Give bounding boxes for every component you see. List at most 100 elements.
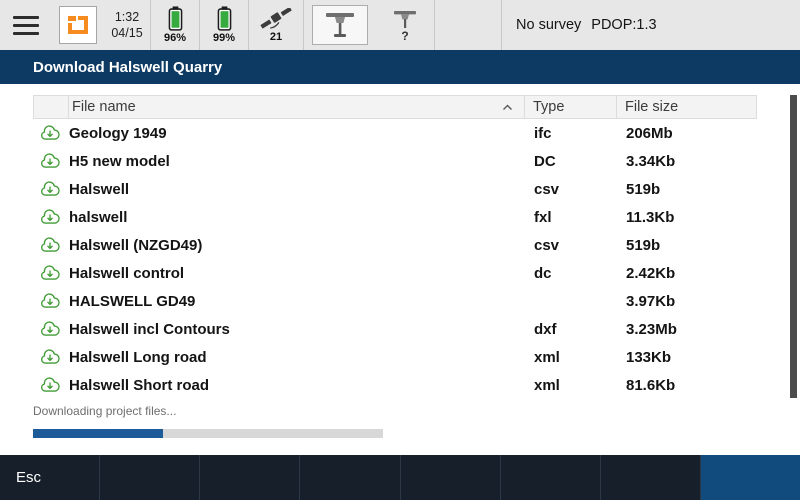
battery-primary-percent: 96%	[164, 32, 186, 44]
status-spacer	[435, 0, 501, 50]
satellite-icon	[257, 8, 295, 31]
cloud-download-icon	[40, 377, 60, 393]
battery-primary: 96%	[151, 0, 199, 50]
table-header: File name Type File size	[33, 95, 757, 119]
file-size: 133Kb	[617, 349, 757, 366]
icon-cell	[33, 237, 67, 253]
file-name: HALSWELL GD49	[67, 293, 525, 310]
file-type: fxl	[525, 209, 617, 226]
file-size: 3.23Mb	[617, 321, 757, 338]
battery-icon	[217, 6, 232, 31]
icon-cell	[33, 209, 67, 225]
cloud-download-icon	[40, 237, 60, 253]
file-name: Halswell Long road	[67, 349, 525, 366]
file-size: 206Mb	[617, 125, 757, 142]
satellite-count: 21	[270, 31, 282, 43]
file-type: csv	[525, 181, 617, 198]
header-type-label: Type	[533, 99, 564, 115]
cloud-download-icon	[40, 181, 60, 197]
pdop-value: PDOP:1.3	[591, 17, 656, 33]
cloud-download-icon	[40, 153, 60, 169]
table-row[interactable]: Halswell Short road xml 81.6Kb	[33, 371, 757, 399]
table-row[interactable]: Geology 1949 ifc 206Mb	[33, 119, 757, 147]
header-size[interactable]: File size	[616, 96, 756, 118]
survey-status-text: No survey	[516, 17, 581, 33]
table-row[interactable]: halswell fxl 11.3Kb	[33, 203, 757, 231]
file-type: xml	[525, 377, 617, 394]
file-size: 519b	[617, 237, 757, 254]
projects-box	[59, 6, 97, 44]
file-name: Halswell control	[67, 265, 525, 282]
progress-label: Downloading project files...	[33, 404, 176, 418]
softkey-empty-5[interactable]	[501, 455, 601, 500]
cloud-download-icon	[40, 125, 60, 141]
sort-ascending-icon	[501, 103, 514, 112]
icon-cell	[33, 265, 67, 281]
scrollbar-thumb[interactable]	[790, 95, 797, 398]
file-size: 3.34Kb	[617, 153, 757, 170]
file-name: Halswell	[67, 181, 525, 198]
file-type: dc	[525, 265, 617, 282]
softkey-bar: Esc	[0, 455, 800, 500]
table-row[interactable]: HALSWELL GD49 3.97Kb	[33, 287, 757, 315]
softkey-empty-6[interactable]	[601, 455, 701, 500]
table-row[interactable]: Halswell Long road xml 133Kb	[33, 343, 757, 371]
cloud-download-icon	[40, 265, 60, 281]
file-name: Halswell incl Contours	[67, 321, 525, 338]
file-size: 3.97Kb	[617, 293, 757, 310]
file-name: halswell	[67, 209, 525, 226]
esc-button[interactable]: Esc	[0, 455, 100, 500]
file-name: Halswell Short road	[67, 377, 525, 394]
file-size: 81.6Kb	[617, 377, 757, 394]
status-bar: 1:32 04/15 96% 99%	[0, 0, 800, 50]
instrument-button[interactable]: ?	[376, 0, 434, 50]
header-size-label: File size	[625, 99, 678, 115]
icon-cell	[33, 349, 67, 365]
header-type[interactable]: Type	[524, 96, 616, 118]
header-file-name[interactable]: File name	[68, 96, 524, 118]
file-type: csv	[525, 237, 617, 254]
icon-cell	[33, 377, 67, 393]
menu-button[interactable]	[0, 0, 52, 50]
instrument-icon	[390, 9, 420, 29]
softkey-empty-1[interactable]	[100, 455, 200, 500]
receiver-button[interactable]	[304, 0, 376, 50]
instrument-status: ?	[401, 30, 408, 42]
battery-secondary: 99%	[200, 0, 248, 50]
file-name: H5 new model	[67, 153, 525, 170]
cloud-download-icon	[40, 321, 60, 337]
table-row[interactable]: Halswell incl Contours dxf 3.23Mb	[33, 315, 757, 343]
icon-cell	[33, 293, 67, 309]
file-table: File name Type File size Geology 1949 if…	[33, 95, 757, 399]
file-type: ifc	[525, 125, 617, 142]
softkey-empty-2[interactable]	[200, 455, 300, 500]
cloud-download-icon	[40, 293, 60, 309]
header-icon-column	[34, 96, 68, 118]
softkey-empty-3[interactable]	[300, 455, 400, 500]
file-name: Halswell (NZGD49)	[67, 237, 525, 254]
icon-cell	[33, 181, 67, 197]
softkey-highlight[interactable]	[701, 455, 800, 500]
icon-cell	[33, 125, 67, 141]
file-size: 519b	[617, 181, 757, 198]
softkey-empty-4[interactable]	[401, 455, 501, 500]
projects-icon	[66, 14, 90, 36]
title-bar: Download Halswell Quarry	[0, 50, 800, 84]
file-type: dxf	[525, 321, 617, 338]
file-size: 2.42Kb	[617, 265, 757, 282]
projects-button[interactable]	[52, 0, 104, 50]
table-row[interactable]: Halswell control dc 2.42Kb	[33, 259, 757, 287]
progress-fill	[33, 429, 163, 438]
header-file-name-label: File name	[72, 99, 136, 115]
cloud-download-icon	[40, 209, 60, 225]
icon-cell	[33, 153, 67, 169]
table-row[interactable]: Halswell (NZGD49) csv 519b	[33, 231, 757, 259]
survey-status: No survey PDOP:1.3	[502, 0, 800, 50]
app-window: 1:32 04/15 96% 99%	[0, 0, 800, 500]
cloud-download-icon	[40, 349, 60, 365]
satellite-status[interactable]: 21	[249, 0, 303, 50]
file-name: Geology 1949	[67, 125, 525, 142]
file-type: xml	[525, 349, 617, 366]
table-row[interactable]: Halswell csv 519b	[33, 175, 757, 203]
table-row[interactable]: H5 new model DC 3.34Kb	[33, 147, 757, 175]
